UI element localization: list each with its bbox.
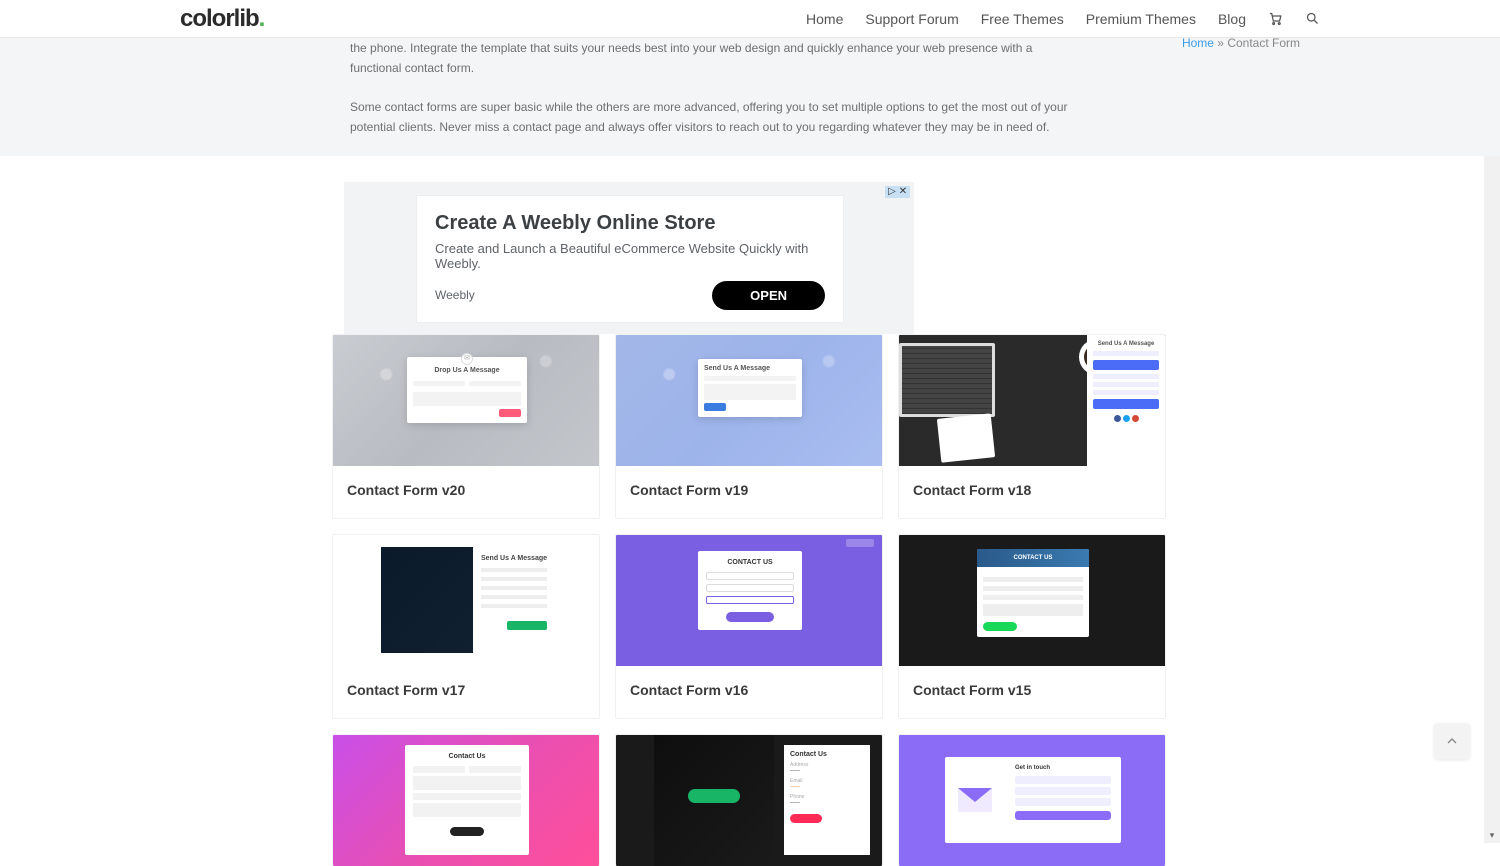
ad-card: Create A Weebly Online Store Create and …: [416, 195, 844, 323]
thumbnail-v18: Send Us A Message: [899, 335, 1165, 466]
site-header: colorlib. Home Support Forum Free Themes…: [0, 0, 1500, 38]
logo-dot: .: [259, 5, 265, 33]
ad-subtitle: Create and Launch a Beautiful eCommerce …: [435, 241, 825, 271]
breadcrumb-sep: »: [1214, 36, 1227, 50]
thumb-title: Contact Us: [413, 753, 521, 760]
template-card-v17[interactable]: Send Us A Message Contact Form v17: [332, 534, 600, 719]
template-card-v16[interactable]: CONTACT US Contact Form v16: [615, 534, 883, 719]
logo-text: colorlib: [180, 5, 259, 33]
template-card-v12[interactable]: Get in touch: [898, 734, 1166, 866]
thumb-title: Send Us A Message: [481, 555, 547, 562]
thumb-side-panel: Send Us A Message: [1087, 335, 1165, 466]
envelope-icon: [945, 757, 1005, 843]
breadcrumb-home[interactable]: Home: [1182, 36, 1214, 50]
cart-icon[interactable]: [1268, 11, 1283, 26]
thumb-title: Contact Us: [790, 751, 864, 758]
thumb-title: Send Us A Message: [704, 365, 796, 372]
ad-title: Create A Weebly Online Store: [435, 212, 825, 235]
thumbnail-v12: Get in touch: [899, 735, 1165, 866]
intro-paragraph-2: Some contact forms are super basic while…: [350, 97, 1070, 138]
template-card-v13[interactable]: Contact Us Address—— Email—— Phone——: [615, 734, 883, 866]
thumb-title: Get in touch: [1015, 765, 1111, 771]
intro-paragraph-1: the phone. Integrate the template that s…: [350, 38, 1070, 79]
card-title: Contact Form v16: [616, 666, 882, 718]
card-title: Contact Form v20: [333, 466, 599, 518]
template-card-v14[interactable]: Contact Us: [332, 734, 600, 866]
template-card-v20[interactable]: ✉ Drop Us A Message Contact Form v20: [332, 334, 600, 519]
notepad-prop: [937, 413, 995, 462]
thumb-title: Drop Us A Message: [413, 367, 521, 374]
thumbnail-v13: Contact Us Address—— Email—— Phone——: [616, 735, 882, 866]
nav-blog[interactable]: Blog: [1218, 11, 1246, 27]
ad-brand: Weebly: [435, 288, 475, 302]
thumbnail-v20: ✉ Drop Us A Message: [333, 335, 599, 466]
template-card-v19[interactable]: Send Us A Message Contact Form v19: [615, 334, 883, 519]
laptop-prop: [899, 343, 995, 417]
adchoices-icon[interactable]: ▷✕: [885, 186, 910, 198]
card-title: Contact Form v18: [899, 466, 1165, 518]
template-card-v18[interactable]: Send Us A Message Contact Form v18: [898, 334, 1166, 519]
nav-home[interactable]: Home: [806, 11, 843, 27]
search-icon[interactable]: [1305, 11, 1320, 26]
thumb-title: Send Us A Message: [1093, 341, 1159, 347]
thumbnail-v16: CONTACT US: [616, 535, 882, 666]
thumbnail-v19: Send Us A Message: [616, 335, 882, 466]
scroll-to-top-button[interactable]: [1434, 723, 1470, 759]
breadcrumb-current: Contact Form: [1227, 36, 1300, 50]
primary-nav: Home Support Forum Free Themes Premium T…: [806, 11, 1320, 27]
template-card-v15[interactable]: CONTACT US Contact Form v15: [898, 534, 1166, 719]
ad-open-button[interactable]: OPEN: [712, 281, 825, 310]
thumb-title: CONTACT US: [706, 559, 794, 566]
site-logo[interactable]: colorlib.: [180, 5, 264, 33]
card-title: Contact Form v15: [899, 666, 1165, 718]
nav-free-themes[interactable]: Free Themes: [981, 11, 1064, 27]
card-title: Contact Form v19: [616, 466, 882, 518]
nav-support-forum[interactable]: Support Forum: [865, 11, 958, 27]
thumbnail-v15: CONTACT US: [899, 535, 1165, 666]
thumbnail-v14: Contact Us: [333, 735, 599, 866]
scroll-down-arrow[interactable]: ▾: [1484, 827, 1500, 843]
nav-premium-themes[interactable]: Premium Themes: [1086, 11, 1196, 27]
breadcrumb: Home » Contact Form: [1182, 36, 1300, 50]
card-title: Contact Form v17: [333, 666, 599, 718]
thumbnail-v17: Send Us A Message: [333, 535, 599, 666]
ad-banner[interactable]: ▷✕ Create A Weebly Online Store Create a…: [344, 182, 914, 334]
thumb-title: CONTACT US: [977, 549, 1089, 567]
